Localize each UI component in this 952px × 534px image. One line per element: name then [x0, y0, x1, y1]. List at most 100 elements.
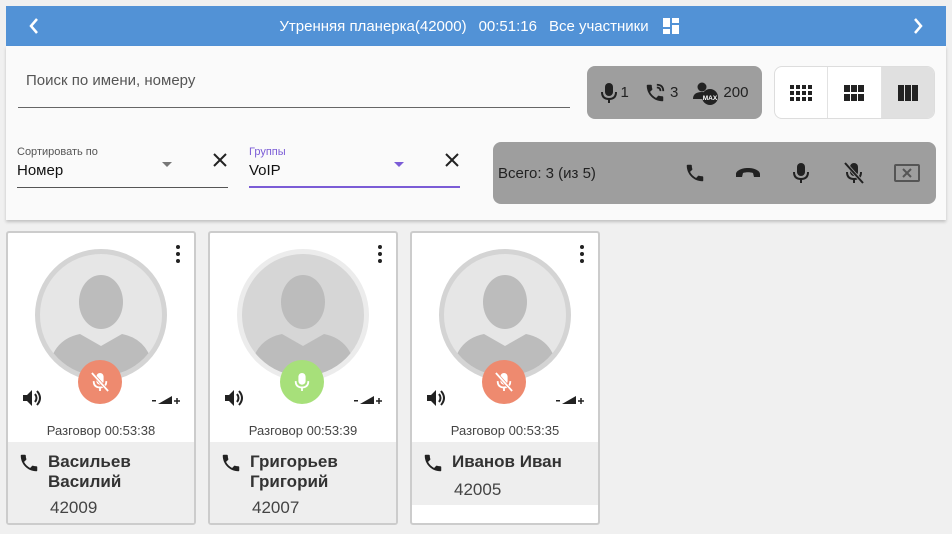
view-small-grid-button[interactable] [775, 67, 829, 118]
person-silhouette-icon [452, 275, 558, 376]
microphone-icon [294, 373, 310, 391]
participant-number: 42009 [50, 498, 98, 517]
remove-all-button[interactable] [880, 164, 933, 182]
card-menu-button[interactable] [378, 245, 382, 268]
person-silhouette-icon [250, 275, 356, 376]
volume-icon [23, 390, 41, 406]
groups-label: Группы [249, 146, 286, 158]
bulk-actions: Всего: 3 (из 5) [493, 142, 936, 204]
call-end-icon [735, 168, 760, 177]
participant-number: 42005 [454, 480, 502, 499]
microphone-icon [600, 82, 617, 103]
max-participants-icon: MAX [693, 82, 719, 105]
participant-name-line: Васильев [48, 452, 131, 471]
microphone-icon [792, 163, 809, 183]
view-medium-grid-button[interactable] [828, 67, 882, 118]
volume-level-icon [556, 396, 584, 404]
conference-duration: 00:51:16 [478, 17, 537, 35]
microphone-off-icon [843, 162, 864, 184]
call-status: Разговор 00:53:38 [46, 423, 156, 438]
mic-toggle-button[interactable] [280, 360, 324, 404]
volume-level-button[interactable] [556, 393, 584, 411]
volume-button[interactable] [426, 388, 448, 413]
participant-info: Иванов Иван 42005 [412, 442, 598, 505]
calls-count: 3 [669, 84, 679, 101]
phone-icon [424, 454, 442, 472]
calls-stat: 3 [644, 82, 678, 104]
max-count: 200 [723, 84, 749, 101]
participant-name: Иванов Иван [452, 452, 562, 472]
groups-value: VoIP [249, 162, 281, 179]
phone-icon [20, 454, 38, 472]
close-icon [445, 153, 459, 167]
dashboard-icon[interactable] [662, 18, 679, 34]
more-vert-icon [176, 245, 180, 263]
participant-card[interactable]: Разговор 00:53:39 Григорьев Григорий 4200… [208, 231, 398, 525]
more-vert-icon [580, 245, 584, 263]
call-all-button[interactable] [668, 162, 721, 184]
volume-button[interactable] [22, 388, 44, 413]
call-status: Разговор 00:53:39 [248, 423, 358, 438]
card-menu-button[interactable] [580, 245, 584, 268]
chevron-right-icon [914, 18, 923, 34]
stats-box: 1 3 MAX 200 [587, 66, 762, 119]
participant-card[interactable]: Разговор 00:53:35 Иванов Иван 42005 [410, 231, 600, 525]
phone-icon [222, 454, 240, 472]
grid-medium-icon [844, 84, 865, 101]
participant-card[interactable]: Разговор 00:53:38 Васильев Василий 42009 [6, 231, 196, 525]
volume-button[interactable] [224, 388, 246, 413]
unmute-all-button[interactable] [774, 162, 827, 184]
groups-select[interactable]: Группы VoIP [249, 144, 460, 188]
view-large-grid-button[interactable] [881, 67, 934, 118]
person-silhouette-icon [48, 275, 154, 376]
volume-level-button[interactable] [152, 393, 180, 411]
participant-name-line: Иванов Иван [452, 452, 562, 471]
participant-name: Григорьев Григорий [250, 452, 338, 492]
control-panel: Поиск по имени, номеру 1 3 MAX 200 Сорти… [6, 46, 946, 220]
volume-level-button[interactable] [354, 393, 382, 411]
hangup-all-button[interactable] [721, 166, 774, 180]
sort-clear-button[interactable] [208, 148, 232, 172]
phone-icon [686, 164, 703, 182]
volume-icon [225, 390, 243, 406]
more-vert-icon [378, 245, 382, 263]
prev-button[interactable] [14, 6, 54, 46]
dropdown-arrow-icon [162, 162, 172, 167]
speakers-stat: 1 [600, 82, 629, 104]
sort-label: Сортировать по [17, 146, 98, 158]
microphone-off-icon [91, 371, 109, 393]
participant-name-line: Василий [48, 472, 122, 491]
conference-header: Утренняя планерка(42000) 00:51:16 Все уч… [6, 6, 946, 46]
participants-filter[interactable]: Все участники [549, 18, 649, 35]
volume-icon [427, 390, 445, 406]
conference-title: Утренняя планерка(42000) [279, 17, 467, 35]
call-status: Разговор 00:53:35 [450, 423, 560, 438]
close-icon [213, 153, 227, 167]
dropdown-arrow-icon [394, 162, 404, 167]
participant-number: 42007 [252, 498, 300, 517]
participant-name: Васильев Василий [48, 452, 131, 492]
card-menu-button[interactable] [176, 245, 180, 268]
mic-toggle-button[interactable] [482, 360, 526, 404]
grid-large-icon [897, 84, 918, 101]
participant-name-line: Григорий [250, 472, 329, 491]
participant-name-line: Григорьев [250, 452, 338, 471]
chevron-left-icon [29, 18, 38, 34]
sort-select[interactable]: Сортировать по Номер [17, 144, 228, 188]
grid-small-icon [790, 84, 813, 101]
max-badge-text: MAX [703, 95, 718, 102]
participant-info: Григорьев Григорий 42007 [210, 442, 396, 523]
groups-clear-button[interactable] [440, 148, 464, 172]
search-input[interactable]: Поиск по имени, номеру [18, 62, 570, 108]
participant-info: Васильев Василий 42009 [8, 442, 194, 523]
max-stat: MAX 200 [693, 81, 748, 105]
speakers-count: 1 [620, 84, 629, 101]
mute-all-button[interactable] [827, 162, 880, 184]
phone-in-talk-icon [646, 83, 665, 101]
total-count: Всего: 3 (из 5) [498, 164, 596, 182]
mic-toggle-button[interactable] [78, 360, 122, 404]
microphone-off-icon [495, 371, 513, 393]
view-switcher [774, 66, 935, 119]
next-button[interactable] [898, 6, 938, 46]
sort-value: Номер [17, 162, 64, 179]
